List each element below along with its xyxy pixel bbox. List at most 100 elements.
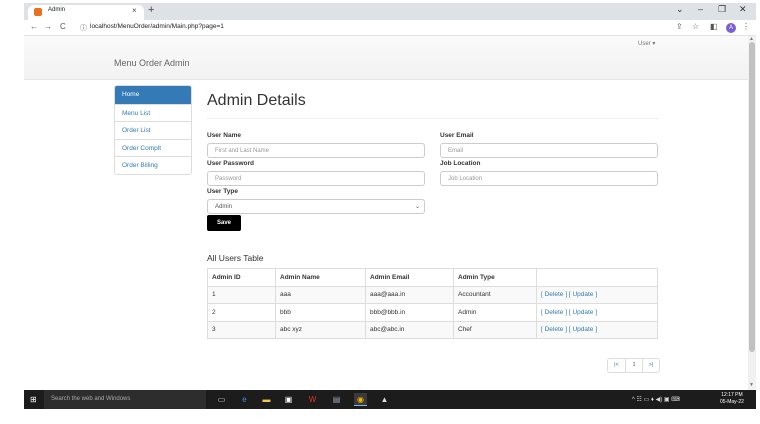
sidebar-item-order-list[interactable]: Order List [115,121,191,139]
delete-link[interactable]: [ Delete ] [541,291,567,298]
cell-actions: [ Delete ] [ Update ] [536,285,658,304]
taskbar-clock[interactable]: 12:17 PM 05-May-22 [720,392,744,406]
user-password-label: User Password [207,160,254,167]
table-header-row: Admin ID Admin Name Admin Email Admin Ty… [207,268,658,287]
pagination-current[interactable]: 1 [625,359,642,372]
user-name-input[interactable]: First and Last Name [207,143,425,158]
wps-office-icon[interactable]: W [306,393,319,406]
update-link[interactable]: [ Update ] [569,291,597,298]
back-icon[interactable]: ← [30,22,38,31]
taskbar-search[interactable]: Search the web and Windows [44,390,206,409]
header-admin-email: Admin Email [365,268,454,287]
update-link[interactable]: [ Update ] [569,309,597,316]
restore-icon[interactable]: ❐ [718,4,726,15]
brand-title[interactable]: Menu Order Admin [114,58,190,68]
chevron-down-icon: ⌄ [414,204,420,210]
cell-admin-name: bbb [275,303,366,322]
heading-divider [207,118,659,119]
user-type-label: User Type [207,188,238,195]
page-content: User ▾ Menu Order Admin Home Menu List O… [24,36,748,390]
user-name-label: User Name [207,132,241,139]
chrome-icon[interactable]: ◉ [354,393,367,406]
user-type-select[interactable]: Admin ⌄ [207,199,425,214]
clock-date: 05-May-22 [720,399,744,405]
user-type-value: Admin [215,204,233,210]
header-admin-type: Admin Type [453,268,537,287]
scroll-down-icon[interactable]: ▼ [749,382,754,388]
edge-icon[interactable]: e [238,393,251,406]
pagination-first[interactable]: |< [608,359,625,372]
cell-admin-id: 3 [207,320,276,339]
sidebar-item-home[interactable]: Home [115,86,191,104]
task-view-icon[interactable]: ▭ [215,393,228,406]
scroll-thumb[interactable] [749,42,755,352]
cell-actions: [ Delete ] [ Update ] [536,303,658,322]
clock-time: 12:17 PM [721,392,743,398]
windows-start-icon[interactable]: ⊞ [30,395,37,404]
sidebar-item-order-complt[interactable]: Order Complt [115,138,191,157]
save-button[interactable]: Save [207,215,241,231]
page-scrollbar[interactable]: ▲ ▼ [748,36,756,390]
address-bar: ← → C ⓘ localhost/MenuOrder/admin/Main.p… [24,20,756,36]
profile-avatar[interactable]: A [726,23,736,33]
update-link[interactable]: [ Update ] [569,326,597,333]
notepad-icon[interactable]: ▤ [330,393,343,406]
new-tab-button[interactable]: + [148,4,154,16]
screen: Admin × + ⌄ – ❐ ✕ ← → C ⓘ localhost/Menu… [0,0,760,424]
header-admin-name: Admin Name [275,268,366,287]
cell-admin-name: aaa [275,285,366,304]
users-table: Admin ID Admin Name Admin Email Admin Ty… [207,268,658,339]
cell-actions: [ Delete ] [ Update ] [536,320,658,339]
tab-title: Admin [48,7,66,13]
cell-admin-type: Chef [453,320,537,339]
user-password-input[interactable]: Password [207,171,425,186]
favicon-icon [34,8,42,16]
browser-tab[interactable]: Admin × [28,5,144,20]
table-row: 2 bbb bbb@bbb.in Admin [ Delete ] [ Upda… [207,303,658,322]
taskbar: ⊞ Search the web and Windows ▭ e ▬ ▣ W ▤… [24,390,756,409]
delete-link[interactable]: [ Delete ] [541,309,567,316]
user-menu[interactable]: User ▾ [638,40,655,47]
tab-close-icon[interactable]: × [132,6,137,15]
site-info-icon[interactable]: ⓘ [80,23,87,33]
reload-icon[interactable]: C [60,22,66,31]
table-row: 1 aaa aaa@aaa.in Accountant [ Delete ] [… [207,285,658,304]
share-icon[interactable]: ⇪ [676,22,683,31]
sidebar-nav: Home Menu List Order List Order Complt O… [114,85,192,175]
header-admin-id: Admin ID [207,268,276,287]
cell-admin-email: bbb@bbb.in [365,303,454,322]
table-title: All Users Table [207,253,264,263]
close-window-icon[interactable]: ✕ [739,4,747,15]
tab-search-chevron-icon[interactable]: ⌄ [676,4,684,15]
user-email-input[interactable]: Email [440,143,658,158]
tab-strip: Admin × + ⌄ – ❐ ✕ [24,3,756,20]
pagination-last[interactable]: >| [642,359,659,372]
cell-admin-email: aaa@aaa.in [365,285,454,304]
taskbar-search-placeholder: Search the web and Windows [51,396,131,402]
sidebar-item-order-billing[interactable]: Order Billing [115,156,191,174]
delete-link[interactable]: [ Delete ] [541,326,567,333]
user-email-label: User Email [440,132,474,139]
photos-icon[interactable]: ▲ [378,393,391,406]
cell-admin-id: 2 [207,303,276,322]
cell-admin-name: abc xyz [275,320,366,339]
side-panel-icon[interactable]: ◧ [710,22,718,31]
forward-icon[interactable]: → [44,22,52,31]
store-icon[interactable]: ▣ [282,393,295,406]
system-tray-icons[interactable]: ^ ☷ ▭ ♦ ◀) ▣ ⌨ [632,396,680,403]
file-explorer-icon[interactable]: ▬ [260,393,273,406]
url-field[interactable]: localhost/MenuOrder/admin/Main.php?page=… [90,23,224,30]
minimize-icon[interactable]: – [698,4,703,14]
sidebar-item-menu-list[interactable]: Menu List [115,103,191,122]
pagination: |< 1 >| [607,358,660,373]
bookmark-star-icon[interactable]: ☆ [692,22,699,31]
top-navbar: User ▾ Menu Order Admin [24,36,748,80]
cell-admin-type: Admin [453,303,537,322]
cell-admin-type: Accountant [453,285,537,304]
cell-admin-email: abc@abc.in [365,320,454,339]
header-actions [536,268,658,287]
page-title: Admin Details [207,92,306,109]
table-row: 3 abc xyz abc@abc.in Chef [ Delete ] [ U… [207,320,658,339]
job-location-input[interactable]: Job Location [440,171,658,186]
menu-kebab-icon[interactable]: ⋮ [742,22,750,31]
